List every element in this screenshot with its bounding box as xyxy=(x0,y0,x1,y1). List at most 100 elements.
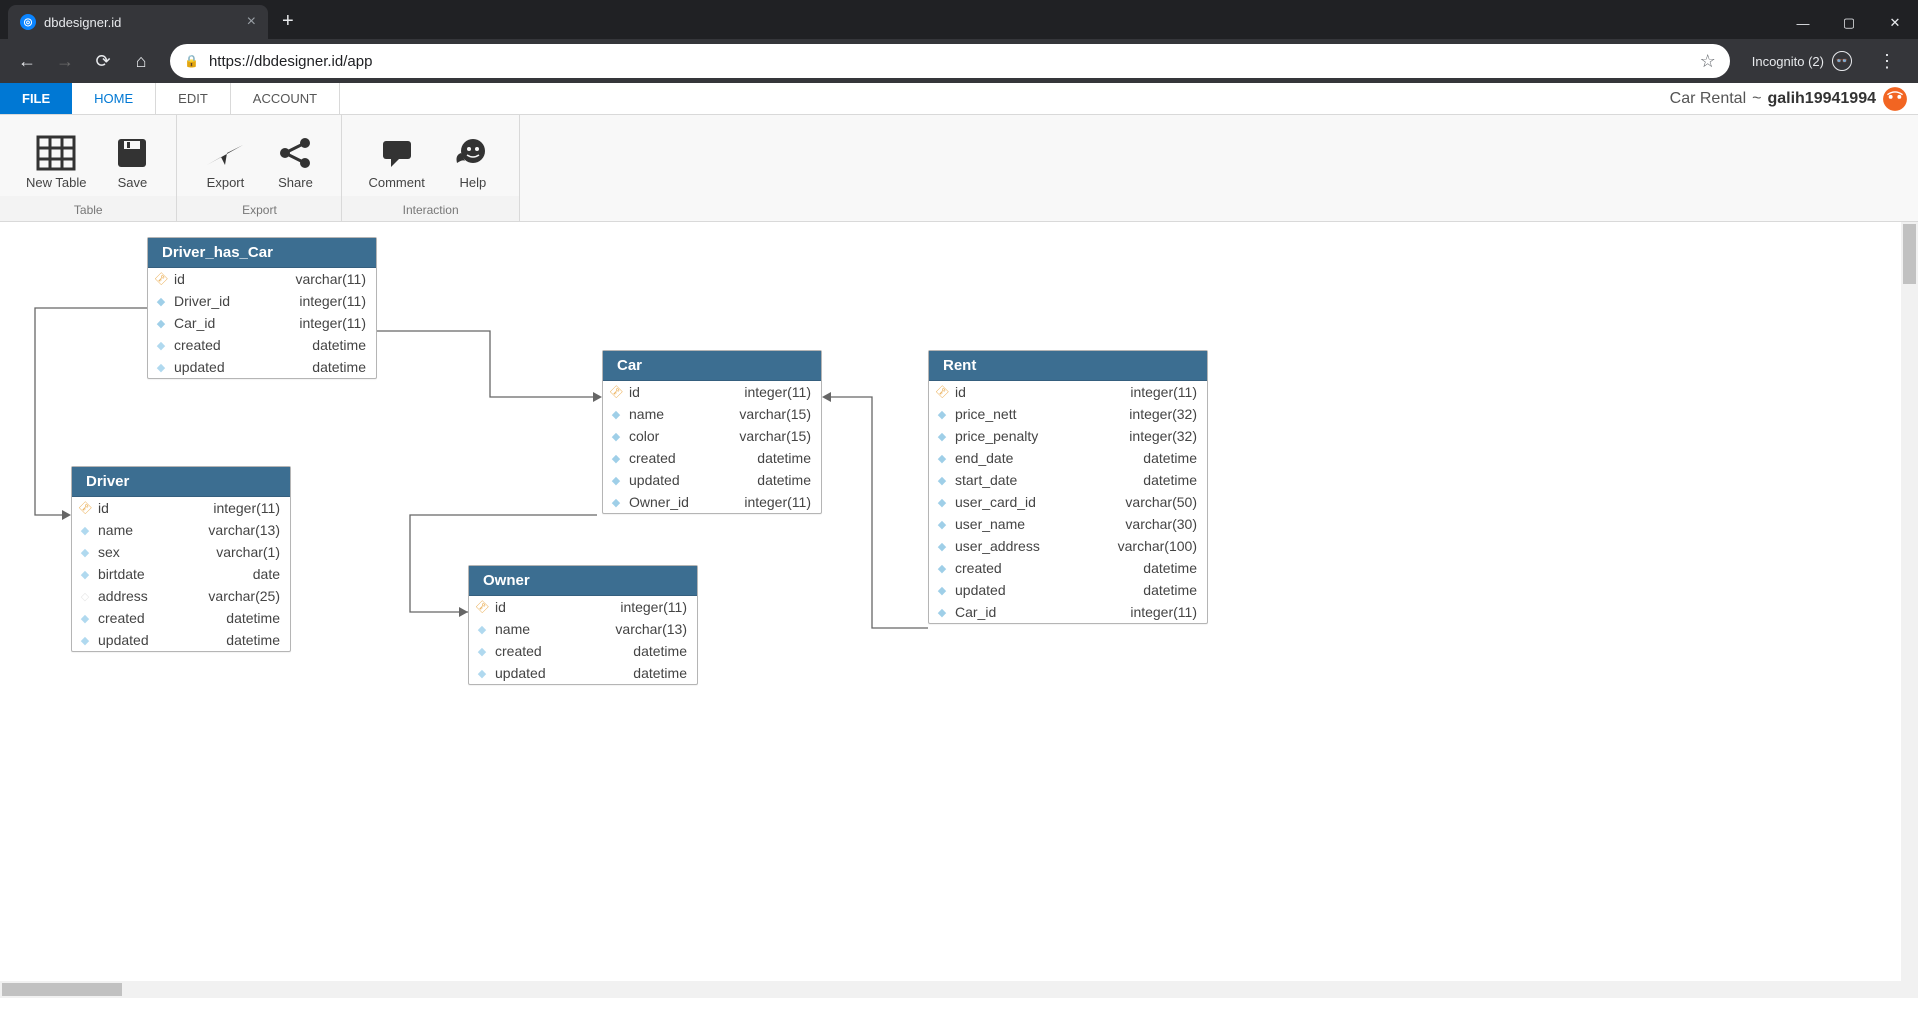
export-button[interactable]: Export xyxy=(189,127,261,194)
field-end_date[interactable]: ◆end_datedatetime xyxy=(929,447,1207,469)
field-name: sex xyxy=(98,544,120,560)
comment-button[interactable]: Comment xyxy=(354,127,438,194)
scrollbar-thumb[interactable] xyxy=(2,983,122,996)
table-header[interactable]: Driver_has_Car xyxy=(148,238,376,268)
field-car_id[interactable]: ◆Car_idinteger(11) xyxy=(148,312,376,334)
field-start_date[interactable]: ◆start_datedatetime xyxy=(929,469,1207,491)
field-name: id xyxy=(629,384,640,400)
field-created[interactable]: ◆createddatetime xyxy=(603,447,821,469)
field-type: integer(11) xyxy=(299,315,366,331)
field-created[interactable]: ◆createddatetime xyxy=(929,557,1207,579)
field-address[interactable]: ◇addressvarchar(25) xyxy=(72,585,290,607)
close-tab-icon[interactable]: × xyxy=(247,13,256,31)
field-sex[interactable]: ◆sexvarchar(1) xyxy=(72,541,290,563)
minimize-button[interactable]: — xyxy=(1780,7,1826,39)
field-user_address[interactable]: ◆user_addressvarchar(100) xyxy=(929,535,1207,557)
field-type: datetime xyxy=(1143,560,1197,576)
field-type: date xyxy=(253,566,280,582)
save-icon xyxy=(114,131,150,175)
forward-button[interactable]: → xyxy=(48,44,82,78)
scrollbar-thumb[interactable] xyxy=(1903,224,1916,284)
horizontal-scrollbar[interactable] xyxy=(0,981,1901,998)
field-created[interactable]: ◆createddatetime xyxy=(148,334,376,356)
incognito-indicator[interactable]: Incognito (2) 👓 xyxy=(1742,51,1862,71)
field-updated[interactable]: ◆updateddatetime xyxy=(72,629,290,651)
field-updated[interactable]: ◆updateddatetime xyxy=(148,356,376,378)
field-type: integer(11) xyxy=(620,599,687,615)
vertical-scrollbar[interactable] xyxy=(1901,222,1918,981)
field-name[interactable]: ◆namevarchar(13) xyxy=(469,618,697,640)
menu-edit[interactable]: EDIT xyxy=(156,83,231,114)
diagram-canvas[interactable]: Driver_has_Car⚿idvarchar(11)◆Driver_idin… xyxy=(0,222,1918,998)
field-id[interactable]: ⚿idinteger(11) xyxy=(72,497,290,519)
bookmark-star-icon[interactable]: ☆ xyxy=(1700,51,1716,72)
field-name[interactable]: ◆namevarchar(15) xyxy=(603,403,821,425)
table-rent[interactable]: Rent⚿idinteger(11)◆price_nettinteger(32)… xyxy=(928,350,1208,624)
comment-icon xyxy=(377,131,417,175)
github-icon[interactable] xyxy=(1882,86,1908,112)
window-controls: — ▢ ✕ xyxy=(1780,7,1918,39)
export-icon xyxy=(203,131,247,175)
new-tab-button[interactable]: + xyxy=(268,4,308,39)
field-id[interactable]: ⚿idinteger(11) xyxy=(469,596,697,618)
field-type: datetime xyxy=(1143,472,1197,488)
field-type: datetime xyxy=(633,665,687,681)
incognito-icon: 👓 xyxy=(1832,51,1852,71)
field-updated[interactable]: ◆updateddatetime xyxy=(929,579,1207,601)
field-driver_id[interactable]: ◆Driver_idinteger(11) xyxy=(148,290,376,312)
address-bar[interactable]: 🔒 https://dbdesigner.id/app ☆ xyxy=(170,44,1730,78)
menu-account[interactable]: ACCOUNT xyxy=(231,83,340,114)
field-name[interactable]: ◆namevarchar(13) xyxy=(72,519,290,541)
table-owner[interactable]: Owner⚿idinteger(11)◆namevarchar(13)◆crea… xyxy=(468,565,698,685)
url-text: https://dbdesigner.id/app xyxy=(209,53,372,70)
menu-file[interactable]: FILE xyxy=(0,83,72,114)
home-button[interactable]: ⌂ xyxy=(124,44,158,78)
ribbon-group-label: Interaction xyxy=(342,196,518,221)
table-driver[interactable]: Driver⚿idinteger(11)◆namevarchar(13)◆sex… xyxy=(71,466,291,652)
field-type: datetime xyxy=(312,359,366,375)
field-name: Car_id xyxy=(955,604,996,620)
browser-menu-button[interactable]: ⋮ xyxy=(1866,51,1908,72)
reload-button[interactable]: ⟳ xyxy=(86,44,120,78)
table-header[interactable]: Rent xyxy=(929,351,1207,381)
field-updated[interactable]: ◆updateddatetime xyxy=(603,469,821,491)
table-driver_has_car[interactable]: Driver_has_Car⚿idvarchar(11)◆Driver_idin… xyxy=(147,237,377,379)
help-icon xyxy=(453,131,493,175)
field-name: created xyxy=(495,643,542,659)
field-id[interactable]: ⚿idinteger(11) xyxy=(603,381,821,403)
maximize-button[interactable]: ▢ xyxy=(1826,7,1872,39)
field-type: integer(11) xyxy=(744,384,811,400)
table-header[interactable]: Owner xyxy=(469,566,697,596)
field-owner_id[interactable]: ◆Owner_idinteger(11) xyxy=(603,491,821,513)
field-user_card_id[interactable]: ◆user_card_idvarchar(50) xyxy=(929,491,1207,513)
back-button[interactable]: ← xyxy=(10,44,44,78)
browser-toolbar: ← → ⟳ ⌂ 🔒 https://dbdesigner.id/app ☆ In… xyxy=(0,39,1918,83)
field-id[interactable]: ⚿idvarchar(11) xyxy=(148,268,376,290)
share-button[interactable]: Share xyxy=(261,127,329,194)
save-button[interactable]: Save xyxy=(100,127,164,194)
browser-tab[interactable]: ◎ dbdesigner.id × xyxy=(8,5,268,39)
field-name: user_card_id xyxy=(955,494,1036,510)
field-user_name[interactable]: ◆user_namevarchar(30) xyxy=(929,513,1207,535)
close-window-button[interactable]: ✕ xyxy=(1872,7,1918,39)
help-button[interactable]: Help xyxy=(439,127,507,194)
field-price_penalty[interactable]: ◆price_penaltyinteger(32) xyxy=(929,425,1207,447)
export-label: Export xyxy=(207,175,245,190)
menu-home[interactable]: HOME xyxy=(72,83,156,114)
table-header[interactable]: Driver xyxy=(72,467,290,497)
field-id[interactable]: ⚿idinteger(11) xyxy=(929,381,1207,403)
field-color[interactable]: ◆colorvarchar(15) xyxy=(603,425,821,447)
table-car[interactable]: Car⚿idinteger(11)◆namevarchar(15)◆colorv… xyxy=(602,350,822,514)
field-type: integer(11) xyxy=(1130,384,1197,400)
field-birtdate[interactable]: ◆birtdatedate xyxy=(72,563,290,585)
new-table-button[interactable]: New Table xyxy=(12,127,100,194)
field-type: datetime xyxy=(1143,582,1197,598)
help-label: Help xyxy=(459,175,486,190)
field-updated[interactable]: ◆updateddatetime xyxy=(469,662,697,684)
field-car_id[interactable]: ◆Car_idinteger(11) xyxy=(929,601,1207,623)
field-name: end_date xyxy=(955,450,1013,466)
field-price_nett[interactable]: ◆price_nettinteger(32) xyxy=(929,403,1207,425)
field-created[interactable]: ◆createddatetime xyxy=(72,607,290,629)
table-header[interactable]: Car xyxy=(603,351,821,381)
field-created[interactable]: ◆createddatetime xyxy=(469,640,697,662)
